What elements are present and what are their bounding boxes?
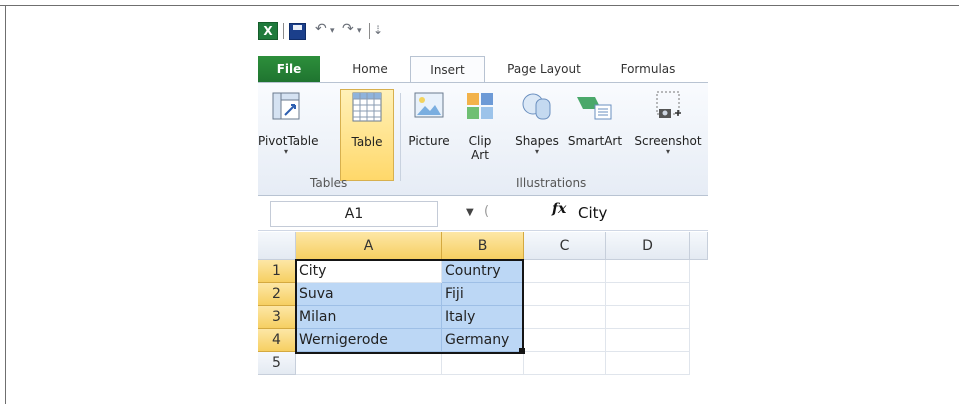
cell-c2[interactable] xyxy=(524,283,606,306)
cell-d2[interactable] xyxy=(606,283,690,306)
cell-a4[interactable]: Wernigerode xyxy=(296,329,442,352)
pivottable-label: PivotTable xyxy=(258,134,319,148)
column-header-d[interactable]: D xyxy=(606,232,690,260)
cell-d5[interactable] xyxy=(606,352,690,375)
pivottable-button[interactable]: PivotTable ▾ xyxy=(258,89,319,156)
smartart-icon xyxy=(577,97,612,120)
quick-access-toolbar: X ↶ ▾ ↷ ▾ ⇣ xyxy=(258,14,708,48)
cell-a3[interactable]: Milan xyxy=(296,306,442,329)
pivottable-icon xyxy=(272,92,300,120)
table-label: Table xyxy=(351,135,383,149)
cell-d4[interactable] xyxy=(606,329,690,352)
cell-b5[interactable] xyxy=(442,352,524,375)
ribbon-tabs: File Home Insert Page Layout Formulas xyxy=(258,48,708,82)
cell-c1[interactable] xyxy=(524,260,606,283)
picture-icon xyxy=(414,92,444,118)
frame-top-line xyxy=(0,5,959,6)
tab-home[interactable]: Home xyxy=(340,56,400,82)
redo-dropdown-icon[interactable]: ▾ xyxy=(357,26,362,36)
select-all-corner[interactable] xyxy=(258,232,296,260)
cell-b3[interactable]: Italy xyxy=(442,306,524,329)
formula-bar: A1 ▼ ( fx City xyxy=(258,197,708,231)
screenshot-label: Screenshot xyxy=(634,134,702,148)
redo-icon[interactable]: ↷ xyxy=(342,21,354,37)
worksheet-grid: A B C D 1 2 3 4 5 City Country Suva Fiji… xyxy=(258,232,708,404)
row-header-1[interactable]: 1 xyxy=(258,260,296,283)
excel-logo-icon[interactable]: X xyxy=(258,22,278,40)
row-header-3[interactable]: 3 xyxy=(258,306,296,329)
row-header-4[interactable]: 4 xyxy=(258,329,296,352)
tab-formulas[interactable]: Formulas xyxy=(608,56,688,82)
formula-expand-icon[interactable]: ( xyxy=(484,204,498,222)
column-header-partial[interactable] xyxy=(690,232,708,260)
shapes-label: Shapes xyxy=(515,134,559,148)
cell-a1[interactable]: City xyxy=(296,260,442,283)
picture-button[interactable]: Picture xyxy=(406,89,452,148)
cell-a5[interactable] xyxy=(296,352,442,375)
insert-function-icon[interactable]: fx xyxy=(552,201,566,217)
column-header-b[interactable]: B xyxy=(442,232,524,260)
table-button[interactable]: Table xyxy=(340,89,394,181)
ribbon: PivotTable ▾ Table Tables Picture Clip A… xyxy=(258,82,708,196)
undo-icon[interactable]: ↶ xyxy=(315,21,327,37)
cell-a2[interactable]: Suva xyxy=(296,283,442,306)
frame-left-line xyxy=(5,5,6,404)
cell-d3[interactable] xyxy=(606,306,690,329)
chevron-down-icon: ▾ xyxy=(283,147,288,156)
name-box-dropdown-icon[interactable]: ▼ xyxy=(466,207,474,218)
tab-file[interactable]: File xyxy=(258,56,320,82)
cell-b2[interactable]: Fiji xyxy=(442,283,524,306)
name-box[interactable]: A1 xyxy=(270,201,438,227)
cell-d1[interactable] xyxy=(606,260,690,283)
smartart-label: SmartArt xyxy=(567,134,623,148)
smartart-button[interactable]: SmartArt xyxy=(564,89,626,148)
cell-c5[interactable] xyxy=(524,352,606,375)
clip-art-icon xyxy=(467,93,493,119)
toolbar-separator xyxy=(369,23,370,39)
shapes-icon xyxy=(522,93,551,120)
column-header-a[interactable]: A xyxy=(296,232,442,260)
excel-window: X ↶ ▾ ↷ ▾ ⇣ File Home Insert Page Layout… xyxy=(258,14,708,404)
toolbar-separator xyxy=(283,23,284,39)
fill-handle[interactable] xyxy=(519,348,525,354)
screenshot-button[interactable]: Screenshot ▾ xyxy=(628,89,708,156)
cell-b1[interactable]: Country xyxy=(442,260,524,283)
clip-art-button[interactable]: Clip Art xyxy=(458,89,502,162)
formula-input[interactable]: City xyxy=(578,200,607,226)
save-icon[interactable] xyxy=(289,23,306,40)
row-header-2[interactable]: 2 xyxy=(258,283,296,306)
tables-group-label: Tables xyxy=(310,176,348,190)
group-separator xyxy=(400,93,401,181)
cell-c4[interactable] xyxy=(524,329,606,352)
clip-art-label: Clip Art xyxy=(468,134,492,162)
column-header-c[interactable]: C xyxy=(524,232,606,260)
chevron-down-icon: ▾ xyxy=(665,147,670,156)
undo-dropdown-icon[interactable]: ▾ xyxy=(330,26,335,36)
illustrations-group-label: Illustrations xyxy=(516,176,587,190)
row-header-5[interactable]: 5 xyxy=(258,352,296,375)
cell-b4[interactable]: Germany xyxy=(442,329,524,352)
tab-page-layout[interactable]: Page Layout xyxy=(495,56,593,82)
table-icon xyxy=(352,92,382,122)
chevron-down-icon: ▾ xyxy=(534,147,539,156)
screenshot-icon xyxy=(656,91,681,118)
cell-c3[interactable] xyxy=(524,306,606,329)
shapes-button[interactable]: Shapes ▾ xyxy=(512,89,562,156)
picture-label: Picture xyxy=(408,134,450,148)
customize-toolbar-icon[interactable]: ⇣ xyxy=(373,23,383,37)
tab-insert[interactable]: Insert xyxy=(410,56,485,82)
